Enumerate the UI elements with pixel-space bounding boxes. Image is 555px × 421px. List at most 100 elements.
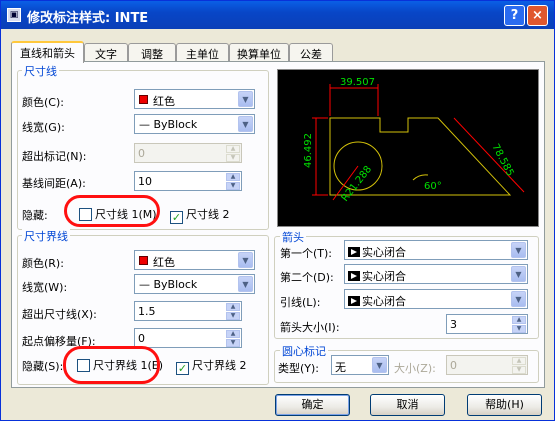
spin-up-icon: ▲ (226, 145, 240, 153)
arrow-first-value: 实心闭合 (362, 246, 406, 259)
red-swatch (139, 256, 148, 265)
dim-lineweight-value: — ByBlock (139, 118, 198, 131)
spin-down-icon[interactable]: ▼ (226, 312, 240, 320)
suppress-ext-line-2-checkbox[interactable]: ✓ 尺寸界线 2 (176, 357, 247, 375)
ext-extend-spinner[interactable]: 1.5 ▲ ▼ (134, 301, 242, 321)
baseline-label: 基线间距(A): (22, 177, 86, 190)
arrow-second-select[interactable]: 实心闭合 ▼ (344, 264, 528, 284)
tab-alternate-units[interactable]: 换算单位 (229, 43, 289, 62)
checkmark-icon[interactable]: ✓ (176, 362, 189, 375)
dim-lines-group-title: 尺寸线 (22, 63, 59, 79)
arrow-second-value: 实心闭合 (362, 270, 406, 283)
arrow-size-label: 箭头大小(I): (280, 321, 340, 334)
spin-down-icon[interactable]: ▼ (512, 325, 526, 333)
center-type-label: 类型(Y): (278, 362, 320, 375)
suppress-dim-line-2-label: 尺寸线 2 (186, 208, 230, 221)
leader-select[interactable]: 实心闭合 ▼ (344, 289, 528, 309)
spin-up-icon[interactable]: ▲ (226, 173, 240, 181)
ext-suppress-label: 隐藏(S): (22, 360, 64, 373)
red-swatch (139, 95, 148, 104)
chevron-down-icon[interactable]: ▼ (511, 242, 526, 258)
ext-offset-spinner[interactable]: 0 ▲ ▼ (134, 328, 242, 348)
tab-primary-units[interactable]: 主单位 (176, 43, 229, 62)
dim-line-right (453, 117, 525, 193)
checkmark-icon[interactable]: ✓ (170, 211, 183, 224)
chevron-down-icon[interactable]: ▼ (238, 252, 253, 268)
ext-extend-label: 超出尺寸线(X): (22, 308, 97, 321)
window-title: 修改标注样式: INTE (27, 11, 149, 26)
arrow-second-label: 第二个(D): (280, 271, 334, 284)
dim-extend-label: 超出标记(N): (22, 150, 87, 163)
dim-extend-value: 0 (138, 147, 145, 160)
dim-text-angle: 60° (424, 181, 442, 192)
center-size-value: 0 (450, 359, 457, 372)
ext-color-value: 红色 (153, 256, 175, 269)
chevron-down-icon[interactable]: ▼ (372, 357, 387, 373)
dim-lineweight-select[interactable]: — ByBlock ▼ (134, 114, 255, 134)
leader-value: 实心闭合 (362, 295, 406, 308)
suppress-ext-line-2-label: 尺寸界线 2 (192, 359, 247, 372)
spin-up-icon[interactable]: ▲ (512, 316, 526, 324)
dim-color-select[interactable]: 红色 ▼ (134, 89, 255, 109)
checkbox-box[interactable] (77, 359, 90, 372)
help-title-button[interactable]: ? (504, 5, 525, 26)
ok-button[interactable]: 确定 (275, 394, 350, 416)
suppress-dim-line-1-label: 尺寸线 1(M) (95, 208, 157, 221)
baseline-spinner[interactable]: 10 ▲ ▼ (134, 171, 242, 191)
closed-filled-arrow-icon (348, 247, 360, 257)
dialog-window: ▣ 修改标注样式: INTE ? × 直线和箭头 文字 调整 主单位 换算单位 … (0, 0, 555, 421)
tab-text[interactable]: 文字 (84, 43, 128, 62)
ext-lineweight-value: — ByBlock (139, 278, 198, 291)
suppress-ext-line-1-checkbox[interactable]: 尺寸界线 1(E) (77, 357, 163, 373)
ext-offset-value: 0 (138, 332, 145, 345)
help-button[interactable]: 帮助(H) (467, 394, 542, 416)
close-button[interactable]: × (527, 5, 548, 26)
arrow-size-value: 3 (450, 318, 457, 331)
chevron-down-icon[interactable]: ▼ (238, 276, 253, 292)
chevron-down-icon[interactable]: ▼ (238, 91, 253, 107)
chevron-down-icon[interactable]: ▼ (238, 116, 253, 132)
checkbox-box[interactable] (79, 208, 92, 221)
tab-fit[interactable]: 调整 (128, 43, 176, 62)
ext-extend-value: 1.5 (138, 305, 156, 318)
center-type-value: 无 (335, 361, 346, 374)
leader-label: 引线(L): (280, 296, 321, 309)
closed-filled-arrow-icon (348, 271, 360, 281)
suppress-dim-line-2-checkbox[interactable]: ✓ 尺寸线 2 (170, 206, 230, 224)
ext-lines-group-title: 尺寸界线 (22, 228, 70, 244)
ext-offset-label: 起点偏移量(F): (22, 335, 96, 348)
dim-extend-spinner: 0 ▲ ▼ (134, 143, 242, 163)
spin-down-icon[interactable]: ▼ (226, 182, 240, 190)
chevron-down-icon[interactable]: ▼ (511, 291, 526, 307)
tab-panel: 尺寸线 颜色(C): 红色 ▼ 线宽(G): — ByBlock ▼ 超出标记(… (11, 61, 545, 388)
dim-color-value: 红色 (153, 95, 175, 108)
title-bar[interactable]: ▣ 修改标注样式: INTE ? × (1, 1, 554, 29)
closed-filled-arrow-icon (348, 296, 360, 306)
dim-text-left: 46.492 (303, 133, 314, 168)
chevron-down-icon[interactable]: ▼ (511, 266, 526, 282)
ext-color-select[interactable]: 红色 ▼ (134, 250, 255, 270)
center-size-spinner: 0 ▲ ▼ (446, 355, 528, 375)
arrow-first-select[interactable]: 实心闭合 ▼ (344, 240, 528, 260)
center-size-label: 大小(Z): (394, 362, 436, 375)
preview-drawing: 39.507 46.492 78.585 R21.288 60° (303, 77, 525, 204)
dim-text-right: 78.585 (489, 142, 515, 178)
tab-lines-arrows[interactable]: 直线和箭头 (11, 41, 84, 63)
spin-up-icon[interactable]: ▲ (226, 303, 240, 311)
dim-lineweight-label: 线宽(G): (22, 121, 65, 134)
arrow-first-label: 第一个(T): (280, 247, 333, 260)
ext-lineweight-select[interactable]: — ByBlock ▼ (134, 274, 255, 294)
baseline-value: 10 (138, 175, 152, 188)
arrow-size-spinner[interactable]: 3 ▲ ▼ (446, 314, 528, 334)
cancel-button[interactable]: 取消 (370, 394, 445, 416)
ext-lineweight-label: 线宽(W): (22, 281, 68, 294)
ext-color-label: 颜色(R): (22, 257, 64, 270)
spin-up-icon: ▲ (512, 357, 526, 365)
spin-down-icon[interactable]: ▼ (226, 339, 240, 347)
center-mark-group-title: 圆心标记 (280, 343, 328, 359)
spin-up-icon[interactable]: ▲ (226, 330, 240, 338)
center-type-select[interactable]: 无 ▼ (331, 355, 389, 375)
tab-tolerances[interactable]: 公差 (289, 43, 333, 62)
suppress-dim-line-1-checkbox[interactable]: 尺寸线 1(M) (79, 206, 157, 222)
dim-color-label: 颜色(C): (22, 96, 64, 109)
